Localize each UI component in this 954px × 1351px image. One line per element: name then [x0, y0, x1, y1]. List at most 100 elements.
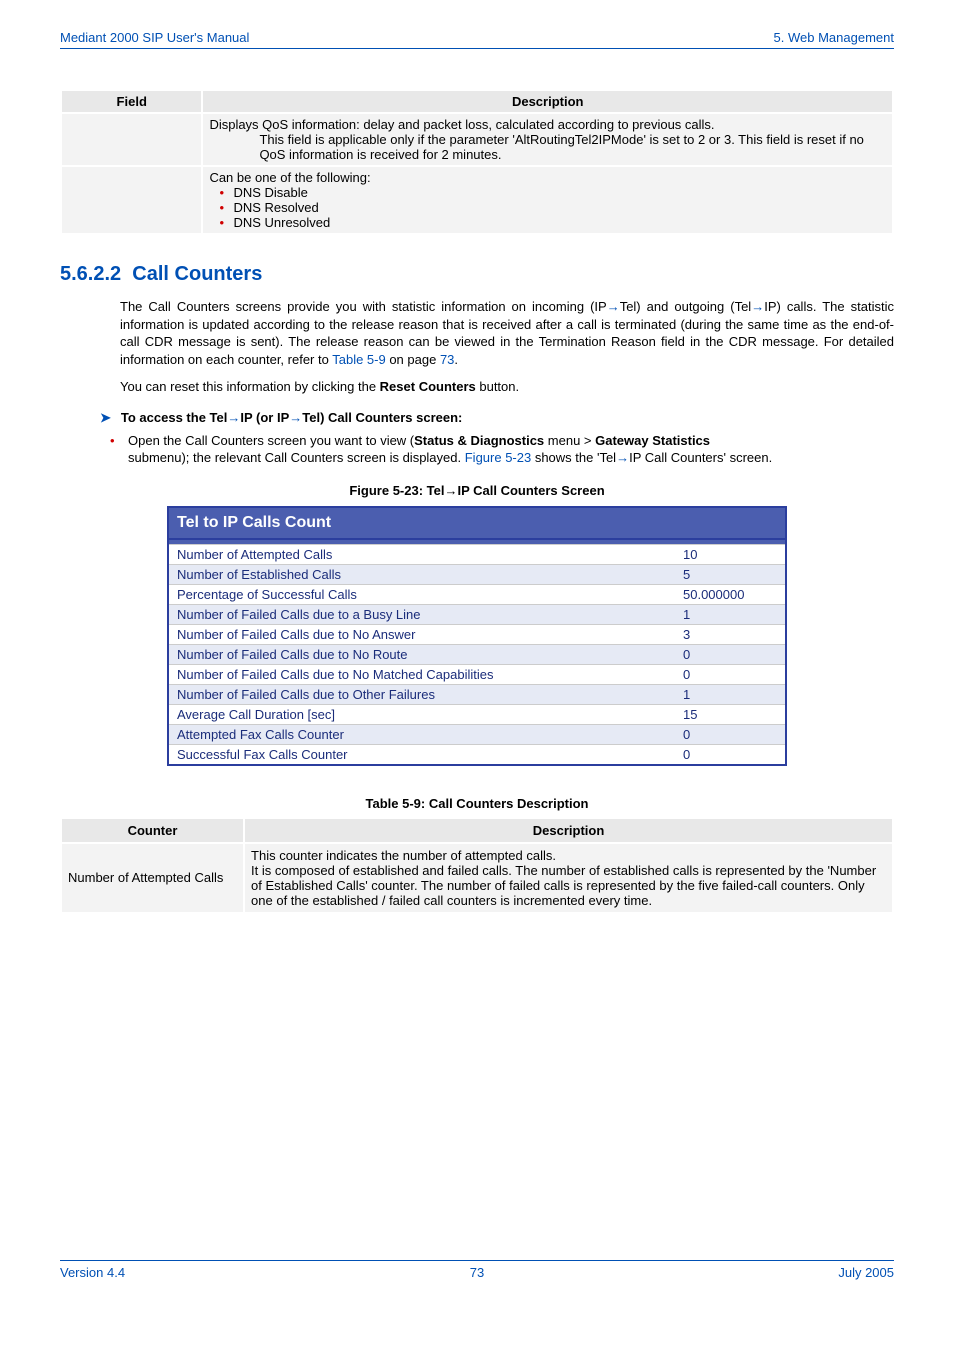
- metric-value: 0: [675, 664, 785, 684]
- calls-count-title: Tel to IP Calls Count: [169, 508, 785, 540]
- paragraph: The Call Counters screens provide you wi…: [120, 298, 894, 368]
- metric-value: 10: [675, 544, 785, 564]
- text: Open the Call Counters screen you want t…: [128, 433, 414, 448]
- text: on page: [386, 352, 440, 367]
- paragraph: You can reset this information by clicki…: [120, 378, 894, 396]
- metric-value: 0: [675, 724, 785, 744]
- metric-value: 0: [675, 744, 785, 764]
- metric-label: Number of Failed Calls due to No Route: [169, 644, 675, 664]
- desc-main: Displays QoS information: delay and pack…: [209, 117, 714, 132]
- arrow-icon: →: [616, 450, 629, 465]
- text: shows the 'Tel: [531, 450, 616, 465]
- list-item: DNS Disable: [233, 185, 886, 200]
- list-item: DNS Resolved: [233, 200, 886, 215]
- arrow-icon: →: [444, 483, 457, 498]
- description-cell: Can be one of the following: DNS Disable…: [202, 166, 893, 234]
- arrow-icon: →: [289, 410, 302, 425]
- counter-name: Number of Attempted Calls: [61, 843, 244, 913]
- text: IP (or IP: [240, 410, 289, 425]
- metric-value: 0: [675, 644, 785, 664]
- bullet-item: •Open the Call Counters screen you want …: [110, 432, 894, 467]
- table-caption: Table 5-9: Call Counters Description: [60, 796, 894, 811]
- page-header: Mediant 2000 SIP User's Manual 5. Web Ma…: [60, 30, 894, 49]
- text: The Call Counters screens provide you wi…: [120, 299, 607, 314]
- calls-count-table: Number of Attempted Calls10 Number of Es…: [169, 544, 785, 764]
- link-page-ref[interactable]: 73: [440, 352, 454, 367]
- table-row: Number of Attempted Calls10: [169, 544, 785, 564]
- metric-value: 1: [675, 604, 785, 624]
- text: menu >: [544, 433, 595, 448]
- menu-ref: Status & Diagnostics: [414, 433, 544, 448]
- table-row: Attempted Fax Calls Counter0: [169, 724, 785, 744]
- metric-label: Number of Failed Calls due to a Busy Lin…: [169, 604, 675, 624]
- button-label-ref: Reset Counters: [380, 379, 476, 394]
- calls-count-panel: Tel to IP Calls Count Number of Attempte…: [167, 506, 787, 766]
- text: IP Call Counters Screen: [457, 483, 604, 498]
- figure-caption: Figure 5-23: Tel→IP Call Counters Screen: [60, 483, 894, 498]
- field-description-table: Field Description Displays QoS informati…: [60, 89, 894, 235]
- metric-label: Successful Fax Calls Counter: [169, 744, 675, 764]
- header-left: Mediant 2000 SIP User's Manual: [60, 30, 249, 45]
- arrow-icon: →: [751, 299, 764, 314]
- table-row: Number of Attempted Calls This counter i…: [61, 843, 893, 913]
- table-row: Displays QoS information: delay and pack…: [61, 113, 893, 166]
- page-footer: Version 4.4 73 July 2005: [60, 1260, 894, 1280]
- col-header: Counter: [61, 818, 244, 843]
- arrow-icon: →: [607, 299, 620, 314]
- metric-label: Number of Attempted Calls: [169, 544, 675, 564]
- arrow-icon: →: [227, 410, 240, 425]
- table-row: Average Call Duration [sec]15: [169, 704, 785, 724]
- table-row: Number of Established Calls5: [169, 564, 785, 584]
- text: button.: [476, 379, 519, 394]
- text: IP Call Counters' screen.: [629, 450, 772, 465]
- text: submenu); the relevant Call Counters scr…: [128, 450, 465, 465]
- table-row: Number of Failed Calls due to No Matched…: [169, 664, 785, 684]
- link-table-ref[interactable]: Table 5-9: [332, 352, 385, 367]
- submenu-ref: Gateway Statistics: [595, 433, 710, 448]
- table-row: Successful Fax Calls Counter0: [169, 744, 785, 764]
- table1-col2-header: Description: [202, 90, 893, 113]
- field-cell: [61, 113, 202, 166]
- table-row: Number of Failed Calls due to a Busy Lin…: [169, 604, 785, 624]
- table-row: Number of Failed Calls due to No Answer3: [169, 624, 785, 644]
- metric-label: Average Call Duration [sec]: [169, 704, 675, 724]
- metric-label: Percentage of Successful Calls: [169, 584, 675, 604]
- table-row: Number of Failed Calls due to No Route0: [169, 644, 785, 664]
- link-figure-ref[interactable]: Figure 5-23: [465, 450, 531, 465]
- desc-indent: This field is applicable only if the par…: [209, 132, 886, 162]
- metric-value: 50.000000: [675, 584, 785, 604]
- counters-description-table: Counter Description Number of Attempted …: [60, 817, 894, 914]
- procedure-heading: ➤To access the Tel→IP (or IP→Tel) Call C…: [100, 410, 894, 426]
- metric-label: Number of Failed Calls due to Other Fail…: [169, 684, 675, 704]
- text: You can reset this information by clicki…: [120, 379, 380, 394]
- section-number: 5.6.2.2: [60, 263, 121, 285]
- metric-value: 15: [675, 704, 785, 724]
- metric-label: Attempted Fax Calls Counter: [169, 724, 675, 744]
- desc-main: Can be one of the following:: [209, 170, 370, 185]
- counter-description: This counter indicates the number of att…: [244, 843, 893, 913]
- section-title: Call Counters: [132, 263, 262, 285]
- col-header: Description: [244, 818, 893, 843]
- table-row: Can be one of the following: DNS Disable…: [61, 166, 893, 234]
- metric-value: 5: [675, 564, 785, 584]
- metric-label: Number of Failed Calls due to No Answer: [169, 624, 675, 644]
- bullet-icon: •: [110, 432, 128, 450]
- text: Figure 5-23: Tel: [349, 483, 444, 498]
- text: To access the Tel: [121, 410, 227, 425]
- text: Tel) and outgoing (Tel: [620, 299, 752, 314]
- footer-page-number: 73: [60, 1265, 894, 1280]
- table-row: Percentage of Successful Calls50.000000: [169, 584, 785, 604]
- text: Tel) Call Counters screen:: [302, 410, 462, 425]
- text: .: [454, 352, 458, 367]
- metric-label: Number of Failed Calls due to No Matched…: [169, 664, 675, 684]
- table1-col1-header: Field: [61, 90, 202, 113]
- section-heading: 5.6.2.2 Call Counters: [60, 263, 894, 286]
- field-cell: [61, 166, 202, 234]
- metric-label: Number of Established Calls: [169, 564, 675, 584]
- description-cell: Displays QoS information: delay and pack…: [202, 113, 893, 166]
- triangle-icon: ➤: [100, 410, 111, 425]
- metric-value: 1: [675, 684, 785, 704]
- list-item: DNS Unresolved: [233, 215, 886, 230]
- table-row: Number of Failed Calls due to Other Fail…: [169, 684, 785, 704]
- metric-value: 3: [675, 624, 785, 644]
